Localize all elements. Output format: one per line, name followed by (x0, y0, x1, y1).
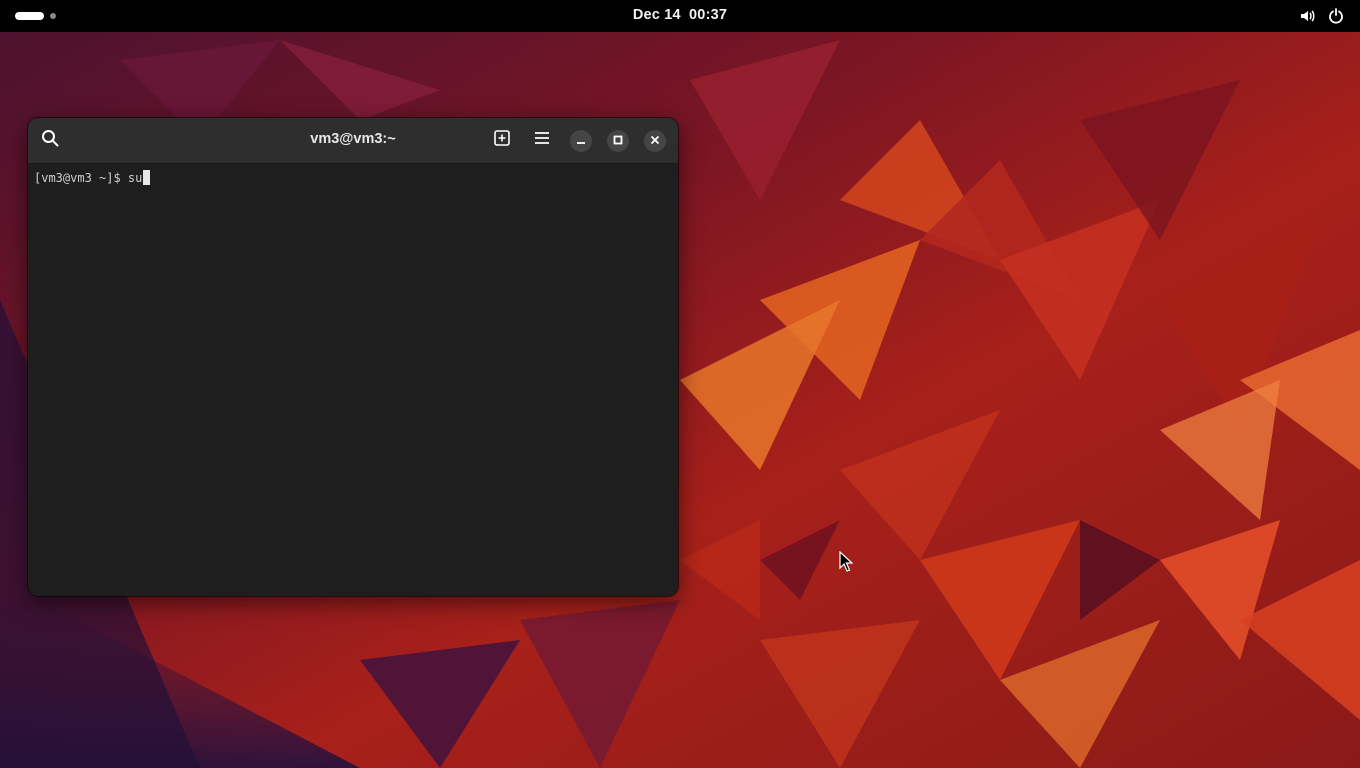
terminal-window[interactable]: vm3@vm3:~ [vm3@vm3 ~]$ su (28, 118, 678, 596)
system-tray[interactable] (1299, 8, 1344, 24)
clock-date: Dec 14 (632, 7, 681, 23)
terminal-line: [vm3@vm3 ~]$ su (34, 170, 151, 186)
menu-icon (534, 131, 550, 150)
maximize-button[interactable] (607, 130, 629, 152)
volume-icon[interactable] (1299, 8, 1316, 24)
shell-prompt: [vm3@vm3 ~]$ (34, 171, 128, 185)
minimize-button[interactable] (570, 130, 592, 152)
mouse-pointer-icon (839, 551, 853, 572)
new-tab-icon (494, 129, 510, 151)
top-bar: Dec 14 00:37 (0, 0, 1360, 32)
typed-command: su (127, 171, 143, 185)
power-icon[interactable] (1328, 8, 1344, 24)
close-button[interactable] (644, 130, 666, 152)
maximize-icon (613, 132, 623, 150)
close-icon (650, 132, 660, 150)
terminal-headerbar[interactable]: vm3@vm3:~ (28, 118, 678, 164)
clock[interactable]: Dec 14 00:37 (0, 7, 1360, 23)
minimize-icon (576, 132, 586, 150)
new-tab-button[interactable] (487, 125, 517, 155)
menu-button[interactable] (527, 125, 557, 155)
text-cursor (143, 170, 151, 185)
terminal-output[interactable]: [vm3@vm3 ~]$ su (28, 164, 678, 596)
clock-time: 00:37 (689, 7, 728, 23)
